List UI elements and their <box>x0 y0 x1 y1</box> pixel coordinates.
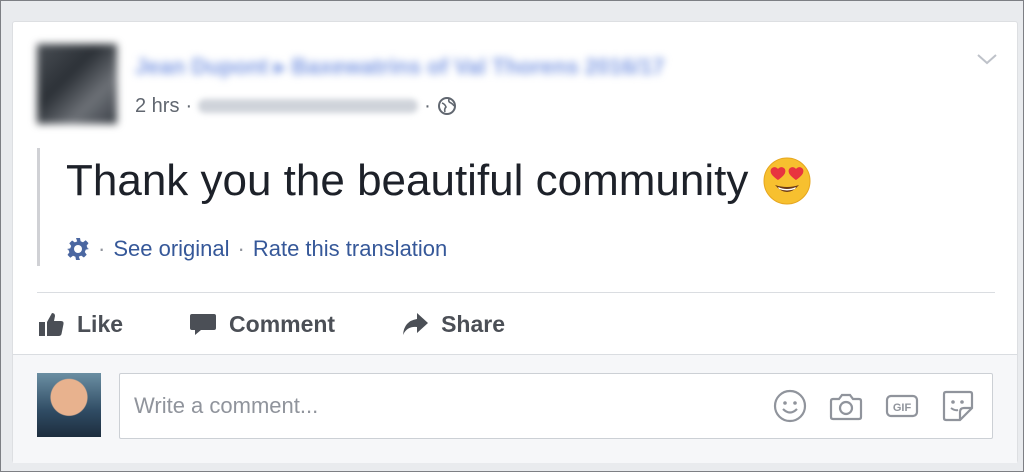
translation-row: · See original · Rate this translation <box>66 236 447 262</box>
like-button[interactable]: Like <box>37 310 123 338</box>
chevron-down-icon[interactable] <box>975 50 999 68</box>
dot-separator: · <box>98 236 106 261</box>
share-arrow-icon <box>403 313 429 335</box>
camera-icon[interactable] <box>828 388 864 424</box>
thumbs-up-icon <box>39 313 64 336</box>
gear-icon[interactable] <box>66 237 90 261</box>
svg-text:GIF: GIF <box>893 402 912 414</box>
post-body: Thank you the beautiful community · See … <box>37 148 920 266</box>
sticker-icon[interactable] <box>940 388 976 424</box>
share-label: Share <box>441 310 506 337</box>
like-label: Like <box>77 310 124 337</box>
comment-composer[interactable]: GIF <box>119 373 993 439</box>
rate-translation-link[interactable]: Rate this translation <box>253 236 447 262</box>
post-text: Thank you the beautiful community <box>66 156 749 205</box>
composer-icons: GIF <box>772 388 976 424</box>
author-avatar[interactable] <box>37 44 117 124</box>
meta-separator: · <box>185 94 193 117</box>
comment-label: Comment <box>229 310 336 337</box>
share-button[interactable]: Share <box>401 310 505 338</box>
comment-bubble-icon <box>190 314 217 335</box>
gif-icon[interactable]: GIF <box>884 388 920 424</box>
heart-eyes-emoji-icon <box>763 157 811 205</box>
dot-separator-2: · <box>237 236 245 261</box>
post-card: Jean Dupont ▸ Baxewatrins of Val Thorens… <box>12 21 1018 463</box>
author-name[interactable]: Jean Dupont ▸ Baxewatrins of Val Thorens… <box>135 54 815 82</box>
see-original-link[interactable]: See original <box>113 236 229 262</box>
action-bar: Like Comment Share <box>37 304 571 344</box>
post-meta: 2 hrs · · <box>135 94 457 118</box>
location-blurred <box>198 99 419 113</box>
screenshot-frame: Jean Dupont ▸ Baxewatrins of Val Thorens… <box>0 0 1024 472</box>
meta-separator-2: · <box>424 94 431 117</box>
actions-divider <box>37 292 995 293</box>
globe-icon[interactable] <box>437 96 457 116</box>
current-user-avatar[interactable] <box>37 373 101 437</box>
comment-input[interactable] <box>132 388 736 424</box>
post-time[interactable]: 2 hrs <box>135 95 179 118</box>
comment-button[interactable]: Comment <box>189 310 335 338</box>
comment-section: GIF <box>13 354 1017 463</box>
post-text-row: Thank you the beautiful community <box>66 156 812 206</box>
smiley-icon[interactable] <box>772 388 808 424</box>
